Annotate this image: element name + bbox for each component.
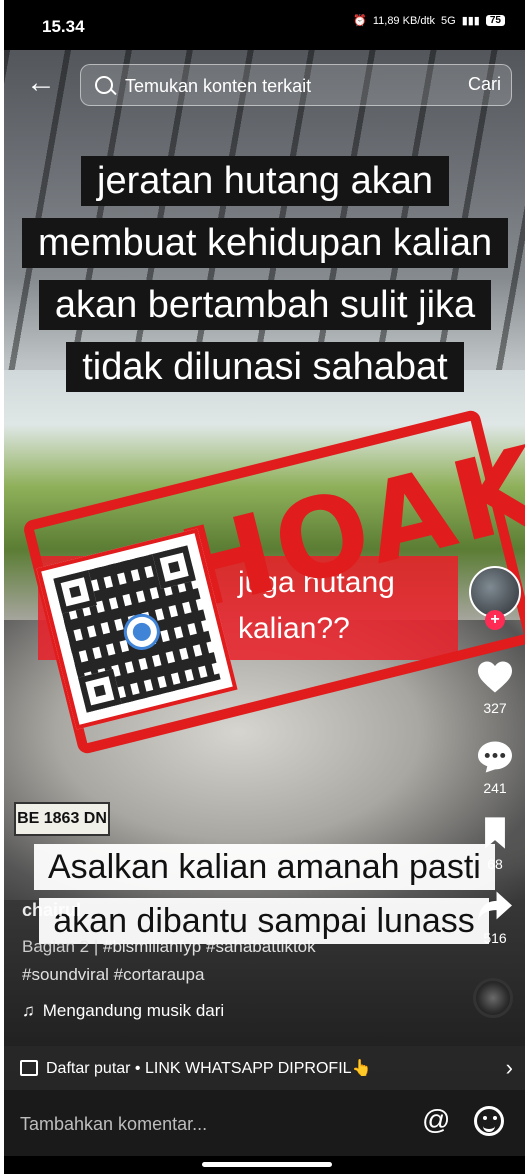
playlist-bar[interactable]: Daftar putar • LINK WHATSAPP DIPROFIL👆 ›	[4, 1046, 525, 1090]
music-row[interactable]: ♫ Mengandung musik dari	[22, 1001, 462, 1021]
back-arrow-icon[interactable]: ←	[26, 68, 60, 102]
video-caption-top: jeratan hutang akan membuat kehidupan ka…	[22, 150, 509, 398]
comment-input[interactable]	[18, 1110, 382, 1138]
playlist-label: Daftar putar • LINK WHATSAPP DIPROFIL👆	[46, 1060, 372, 1077]
music-title: Mengandung musik dari	[42, 1001, 225, 1020]
search-header: ← Cari	[4, 54, 525, 114]
status-icons: ⏰ 11,89 KB/dtk 5G ▮▮▮ 75	[353, 14, 505, 27]
save-count: 68	[487, 856, 503, 872]
search-input[interactable]	[123, 74, 427, 98]
creator-username[interactable]: chairul	[22, 900, 462, 921]
like-button[interactable]: 327	[473, 660, 517, 716]
search-submit-button[interactable]: Cari	[468, 74, 501, 95]
emoji-icon[interactable]	[474, 1106, 504, 1136]
caption-top-text: jeratan hutang akan membuat kehidupan ka…	[22, 156, 509, 392]
alarm-icon: ⏰	[353, 15, 367, 27]
status-bar: 15.34 ⏰ 11,89 KB/dtk 5G ▮▮▮ 75	[4, 0, 525, 50]
bookmark-icon	[485, 817, 505, 849]
comment-bar: @	[4, 1090, 525, 1156]
like-count: 327	[483, 700, 507, 716]
part-label: Bagian 2 |	[22, 937, 99, 956]
mention-at-icon[interactable]: @	[422, 1104, 450, 1136]
heart-icon	[478, 661, 512, 693]
search-box[interactable]: Cari	[80, 64, 512, 106]
music-note-icon: ♫	[22, 1001, 35, 1020]
battery-icon: 75	[485, 15, 505, 26]
hashtags-line-1[interactable]: #bismillahfyp #sahabattiktok	[103, 937, 316, 956]
share-button[interactable]: 516	[473, 890, 517, 946]
chevron-right-icon: ›	[505, 1055, 513, 1080]
follow-plus-icon[interactable]: +	[485, 610, 505, 630]
share-arrow-icon	[478, 891, 512, 921]
qr-finder-bottom-left	[78, 669, 122, 713]
comment-button[interactable]: 241	[473, 740, 517, 796]
bookmark-button[interactable]: 68	[473, 816, 517, 872]
qr-finder-top-left	[53, 570, 97, 614]
home-indicator	[202, 1162, 332, 1167]
comment-count: 241	[483, 780, 507, 796]
playlist-icon	[20, 1060, 38, 1076]
video-meta: chairul Bagian 2 | #bismillahfyp #sahaba…	[22, 900, 462, 1021]
network-type: 5G	[441, 14, 456, 27]
data-rate: 11,89 KB/dtk	[372, 14, 436, 27]
music-disc-icon[interactable]	[473, 978, 513, 1018]
status-time: 15.34	[42, 17, 85, 36]
comment-icon	[478, 741, 512, 773]
phone-screen: 15.34 ⏰ 11,89 KB/dtk 5G ▮▮▮ 75 BE 1863 D…	[4, 0, 525, 1174]
qr-pattern	[53, 545, 221, 713]
signal-icon: ▮▮▮	[461, 15, 480, 27]
hashtags-line-2[interactable]: #soundviral #cortaraupa	[22, 965, 204, 984]
qr-finder-top-right	[152, 545, 196, 589]
kominfo-logo-icon	[120, 610, 164, 654]
share-count: 516	[483, 930, 507, 946]
search-icon	[95, 76, 113, 94]
video-description: Bagian 2 | #bismillahfyp #sahabattiktok …	[22, 933, 462, 989]
license-plate: BE 1863 DN	[14, 802, 110, 836]
